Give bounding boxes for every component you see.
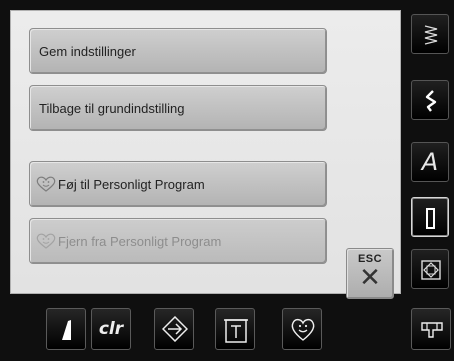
decorative-stitch-icon[interactable]: [411, 80, 449, 120]
remove-personal-program-label: Fjern fra Personligt Program: [58, 233, 222, 249]
heart-icon: [36, 176, 56, 192]
zigzag-stitch-icon[interactable]: [411, 14, 449, 54]
reset-defaults-label: Tilbage til grundindstilling: [39, 100, 185, 116]
alphabet-icon[interactable]: A: [411, 142, 449, 182]
quilt-icon[interactable]: [411, 249, 449, 289]
add-personal-program-label: Føj til Personligt Program: [58, 176, 205, 192]
close-icon: ✕: [359, 262, 381, 292]
needle-position-icon[interactable]: [46, 308, 86, 350]
presser-foot-icon[interactable]: [411, 308, 451, 350]
help-icon[interactable]: [215, 308, 255, 350]
alphabet-glyph: A: [421, 148, 439, 176]
add-personal-program-button[interactable]: Føj til Personligt Program: [29, 161, 327, 207]
clear-button[interactable]: clr: [91, 308, 131, 350]
heart-icon: [36, 233, 56, 249]
settings-icon[interactable]: [154, 308, 194, 350]
reset-defaults-button[interactable]: Tilbage til grundindstilling: [29, 85, 327, 131]
clear-label: clr: [98, 319, 124, 339]
esc-button[interactable]: ESC ✕: [346, 248, 394, 299]
bottom-toolbar: clr: [0, 300, 454, 361]
remove-personal-program-button[interactable]: Fjern fra Personligt Program: [29, 218, 327, 264]
personal-program-icon[interactable]: [282, 308, 322, 350]
settings-panel: Gem indstillinger Tilbage til grundindst…: [10, 10, 401, 299]
buttonhole-icon[interactable]: [411, 197, 449, 237]
save-settings-button[interactable]: Gem indstillinger: [29, 28, 327, 74]
right-sidebar: A: [409, 8, 449, 298]
save-settings-label: Gem indstillinger: [39, 43, 136, 59]
sewing-machine-screen: Gem indstillinger Tilbage til grundindst…: [0, 0, 454, 361]
